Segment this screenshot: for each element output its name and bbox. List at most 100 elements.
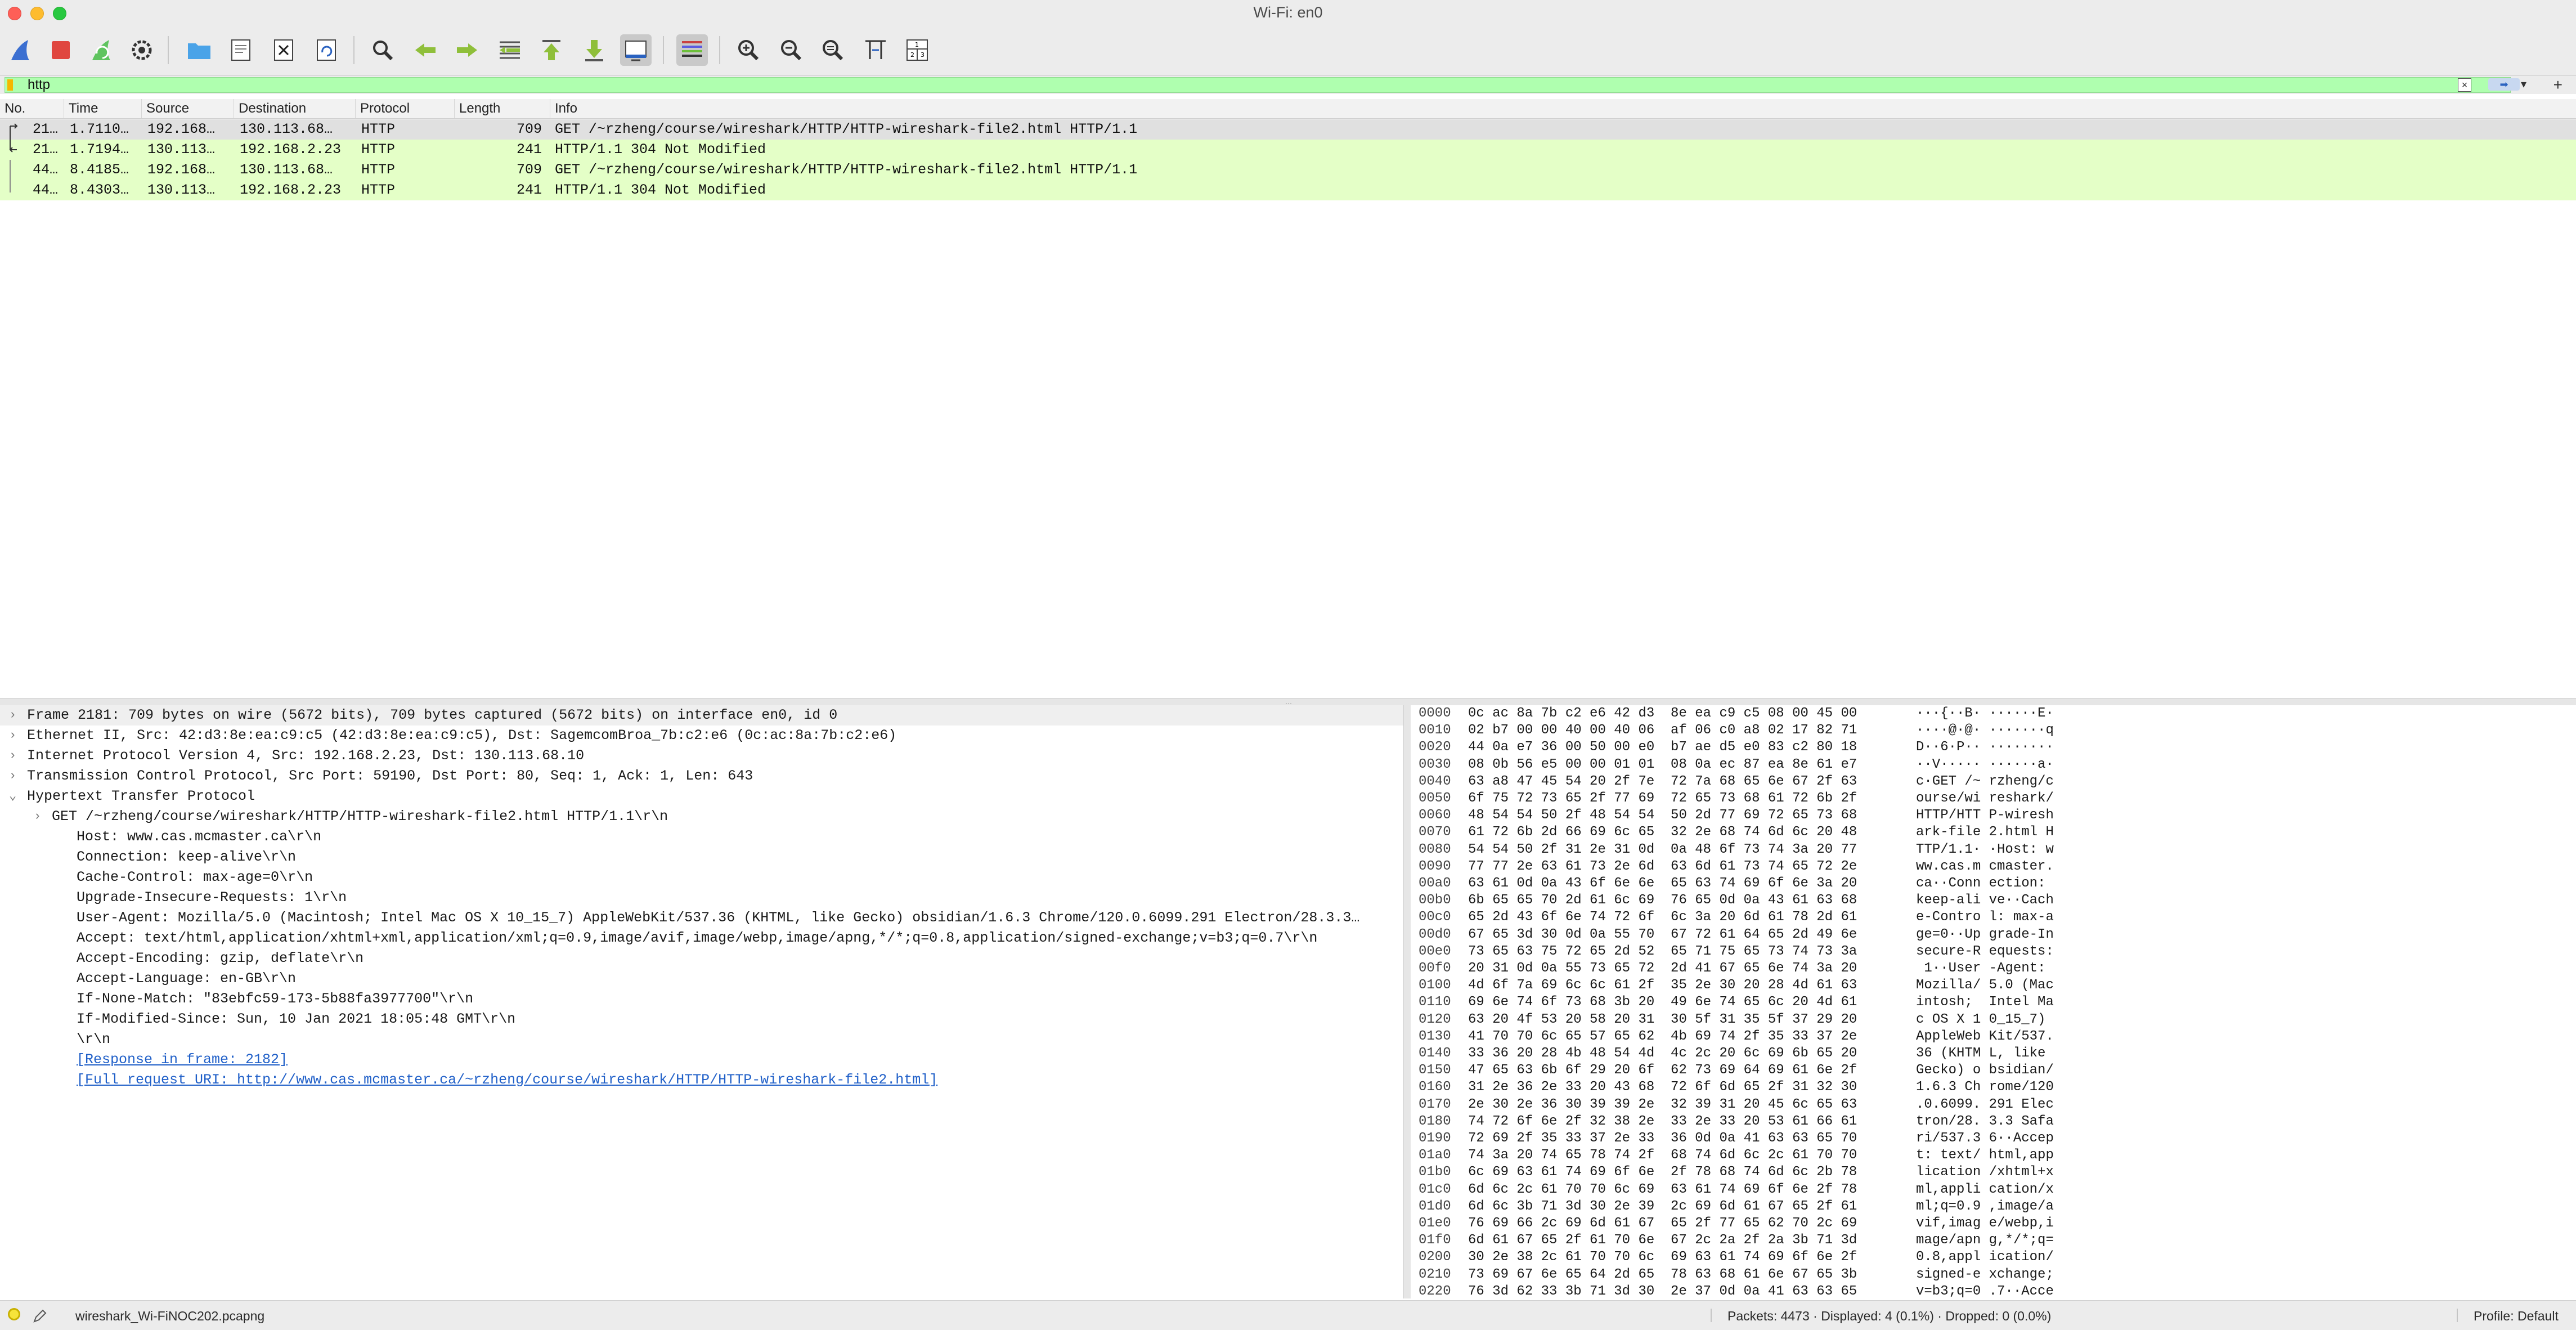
detail-tree-item[interactable]: › GET /~rzheng/course/wireshark/HTTP/HTTP… xyxy=(0,807,1403,827)
close-window-button[interactable] xyxy=(8,7,21,20)
hex-row[interactable]: 0210 73 69 67 6e 65 64 2d 65 78 63 68 61 … xyxy=(1411,1266,2576,1283)
detail-tree-item[interactable]: Host: www.cas.mcmaster.ca\r\n xyxy=(0,827,1403,847)
hex-row[interactable]: 0020 44 0a e7 36 00 50 00 e0 b7 ae d5 e0 … xyxy=(1411,739,2576,756)
column-protocol[interactable]: Protocol xyxy=(356,99,455,118)
chevron-right-icon[interactable]: › xyxy=(9,746,16,766)
hex-row[interactable]: 00b0 6b 65 65 70 2d 61 6c 69 76 65 0d 0a … xyxy=(1411,892,2576,909)
hex-row[interactable]: 0010 02 b7 00 00 40 00 40 06 af 06 c0 a8 … xyxy=(1411,722,2576,739)
hex-row[interactable]: 0030 08 0b 56 e5 00 00 01 01 08 0a ec 87 … xyxy=(1411,756,2576,773)
layout-button[interactable]: 123 xyxy=(901,34,933,66)
chevron-right-icon[interactable]: › xyxy=(34,807,41,827)
autoscroll-button[interactable] xyxy=(620,34,652,66)
go-back-button[interactable] xyxy=(410,34,441,66)
normal-size-button[interactable] xyxy=(817,34,849,66)
column-length[interactable]: Length xyxy=(455,99,550,118)
column-destination[interactable]: Destination xyxy=(234,99,356,118)
hex-row[interactable]: 0190 72 69 2f 35 33 37 2e 33 36 0d 0a 41 … xyxy=(1411,1130,2576,1147)
bookmark-icon[interactable] xyxy=(7,79,13,91)
go-forward-button[interactable] xyxy=(451,34,483,66)
detail-tree-item[interactable]: Upgrade-Insecure-Requests: 1\r\n xyxy=(0,888,1403,908)
add-filter-button[interactable]: + xyxy=(2553,76,2562,94)
detail-tree-item[interactable]: [Full request URI: http://www.cas.mcmast… xyxy=(0,1070,1403,1090)
detail-tree-item[interactable]: If-Modified-Since: Sun, 10 Jan 2021 18:0… xyxy=(0,1009,1403,1029)
packet-row[interactable]: 21… 1.7194… 130.113… 192.168.2.23 HTTP 2… xyxy=(0,140,2576,160)
packet-row[interactable]: 44… 8.4303… 130.113… 192.168.2.23 HTTP 2… xyxy=(0,180,2576,200)
reload-file-button[interactable] xyxy=(311,34,342,66)
column-no[interactable]: No. xyxy=(0,99,64,118)
hex-row[interactable]: 0000 0c ac 8a 7b c2 e6 42 d3 8e ea c9 c5 … xyxy=(1411,705,2576,722)
detail-tree-item[interactable]: \r\n xyxy=(0,1029,1403,1050)
hex-row[interactable]: 0090 77 77 2e 63 61 73 2e 6d 63 6d 61 73 … xyxy=(1411,858,2576,875)
detail-tree-item[interactable]: Connection: keep-alive\r\n xyxy=(0,847,1403,867)
detail-tree-item[interactable]: [Response in frame: 2182] xyxy=(0,1050,1403,1070)
hex-row[interactable]: 0080 54 54 50 2f 31 2e 31 0d 0a 48 6f 73 … xyxy=(1411,841,2576,858)
detail-tree-item[interactable]: › Internet Protocol Version 4, Src: 192.1… xyxy=(0,746,1403,766)
hex-row[interactable]: 0180 74 72 6f 6e 2f 32 38 2e 33 2e 33 20 … xyxy=(1411,1113,2576,1130)
hex-row[interactable]: 0100 4d 6f 7a 69 6c 6c 61 2f 35 2e 30 20 … xyxy=(1411,977,2576,994)
clear-filter-button[interactable]: × xyxy=(2458,78,2471,92)
colorize-button[interactable] xyxy=(676,34,708,66)
hex-row[interactable]: 0220 76 3d 62 33 3b 71 3d 30 2e 37 0d 0a … xyxy=(1411,1283,2576,1298)
column-source[interactable]: Source xyxy=(142,99,234,118)
first-packet-button[interactable] xyxy=(536,34,567,66)
close-file-button[interactable] xyxy=(268,34,299,66)
profile-selector[interactable]: Profile: Default xyxy=(2474,1309,2559,1324)
chevron-down-icon[interactable]: ⌄ xyxy=(9,786,16,807)
hex-row[interactable]: 0150 47 65 63 6b 6f 29 20 6f 62 73 69 64 … xyxy=(1411,1062,2576,1079)
hex-row[interactable]: 00f0 20 31 0d 0a 55 73 65 72 2d 41 67 65 … xyxy=(1411,960,2576,977)
capture-options-button[interactable] xyxy=(126,34,158,66)
detail-tree-item[interactable]: › Frame 2181: 709 bytes on wire (5672 bit… xyxy=(0,705,1403,726)
chevron-right-icon[interactable]: › xyxy=(9,766,16,786)
hex-row[interactable]: 0130 41 70 70 6c 65 57 65 62 4b 69 74 2f … xyxy=(1411,1028,2576,1045)
hex-row[interactable]: 01f0 6d 61 67 65 2f 61 70 6e 67 2c 2a 2f … xyxy=(1411,1232,2576,1249)
apply-filter-button[interactable]: ➡ xyxy=(2488,78,2520,91)
hex-row[interactable]: 0120 63 20 4f 53 20 58 20 31 30 5f 31 35 … xyxy=(1411,1011,2576,1028)
restart-capture-button[interactable] xyxy=(86,34,117,66)
edit-comment-icon[interactable] xyxy=(32,1307,48,1324)
resize-columns-button[interactable] xyxy=(860,34,891,66)
detail-tree-item[interactable]: Accept-Encoding: gzip, deflate\r\n xyxy=(0,948,1403,969)
hex-row[interactable]: 00d0 67 65 3d 30 0d 0a 55 70 67 72 61 64 … xyxy=(1411,926,2576,943)
display-filter-input[interactable]: http xyxy=(5,77,2511,93)
hex-row[interactable]: 0160 31 2e 36 2e 33 20 43 68 72 6f 6d 65 … xyxy=(1411,1079,2576,1096)
open-file-button[interactable] xyxy=(183,34,215,66)
chevron-right-icon[interactable]: › xyxy=(9,705,16,726)
detail-tree-item[interactable]: › Ethernet II, Src: 42:d3:8e:ea:c9:c5 (42… xyxy=(0,726,1403,746)
hex-row[interactable]: 0050 6f 75 72 73 65 2f 77 69 72 65 73 68 … xyxy=(1411,790,2576,807)
packet-row[interactable]: 44… 8.4185… 192.168… 130.113.68… HTTP 70… xyxy=(0,160,2576,180)
last-packet-button[interactable] xyxy=(578,34,610,66)
expert-info-icon[interactable] xyxy=(8,1308,20,1320)
go-to-packet-button[interactable] xyxy=(494,34,526,66)
hex-row[interactable]: 01e0 76 69 66 2c 69 6d 61 67 65 2f 77 65 … xyxy=(1411,1215,2576,1232)
column-info[interactable]: Info xyxy=(550,99,2576,118)
packet-row[interactable]: 21… 1.7110… 192.168… 130.113.68… HTTP 70… xyxy=(0,119,2576,140)
hex-row[interactable]: 01d0 6d 6c 3b 71 3d 30 2e 39 2c 69 6d 61 … xyxy=(1411,1198,2576,1215)
detail-tree-item[interactable]: If-None-Match: "83ebfc59-173-5b88fa39777… xyxy=(0,989,1403,1009)
detail-tree-item[interactable]: Cache-Control: max-age=0\r\n xyxy=(0,867,1403,888)
minimize-window-button[interactable] xyxy=(30,7,44,20)
horizontal-splitter[interactable]: ⋯ xyxy=(0,698,2576,707)
hex-row[interactable]: 0110 69 6e 74 6f 73 68 3b 20 49 6e 74 65 … xyxy=(1411,994,2576,1011)
start-capture-button[interactable] xyxy=(5,34,36,66)
detail-tree-item[interactable]: Accept-Language: en-GB\r\n xyxy=(0,969,1403,989)
column-time[interactable]: Time xyxy=(64,99,142,118)
find-packet-button[interactable] xyxy=(367,34,398,66)
hex-row[interactable]: 0200 30 2e 38 2c 61 70 70 6c 69 63 61 74 … xyxy=(1411,1249,2576,1266)
zoom-in-button[interactable] xyxy=(733,34,764,66)
hex-row[interactable]: 00c0 65 2d 43 6f 6e 74 72 6f 6c 3a 20 6d … xyxy=(1411,909,2576,926)
detail-tree-item[interactable]: › Transmission Control Protocol, Src Port… xyxy=(0,766,1403,786)
chevron-right-icon[interactable]: › xyxy=(9,726,16,746)
stop-capture-button[interactable] xyxy=(45,34,77,66)
hex-row[interactable]: 0140 33 36 20 28 4b 48 54 4d 4c 2c 20 6c … xyxy=(1411,1045,2576,1062)
detail-tree-item[interactable]: ⌄ Hypertext Transfer Protocol xyxy=(0,786,1403,807)
detail-link[interactable]: [Full request URI: http://www.cas.mcmast… xyxy=(77,1070,937,1090)
maximize-window-button[interactable] xyxy=(53,7,66,20)
hex-row[interactable]: 0170 2e 30 2e 36 30 39 39 2e 32 39 31 20 … xyxy=(1411,1096,2576,1113)
hex-row[interactable]: 0040 63 a8 47 45 54 20 2f 7e 72 7a 68 65 … xyxy=(1411,773,2576,790)
hex-row[interactable]: 01b0 6c 69 63 61 74 69 6f 6e 2f 78 68 74 … xyxy=(1411,1164,2576,1181)
hex-row[interactable]: 00e0 73 65 63 75 72 65 2d 52 65 71 75 65 … xyxy=(1411,943,2576,960)
filter-history-dropdown[interactable]: ▾ xyxy=(2521,77,2526,91)
hex-row[interactable]: 01c0 6d 6c 2c 61 70 70 6c 69 63 61 74 69 … xyxy=(1411,1181,2576,1198)
hex-row[interactable]: 0060 48 54 54 50 2f 48 54 54 50 2d 77 69 … xyxy=(1411,807,2576,824)
detail-tree-item[interactable]: Accept: text/html,application/xhtml+xml,… xyxy=(0,928,1403,948)
